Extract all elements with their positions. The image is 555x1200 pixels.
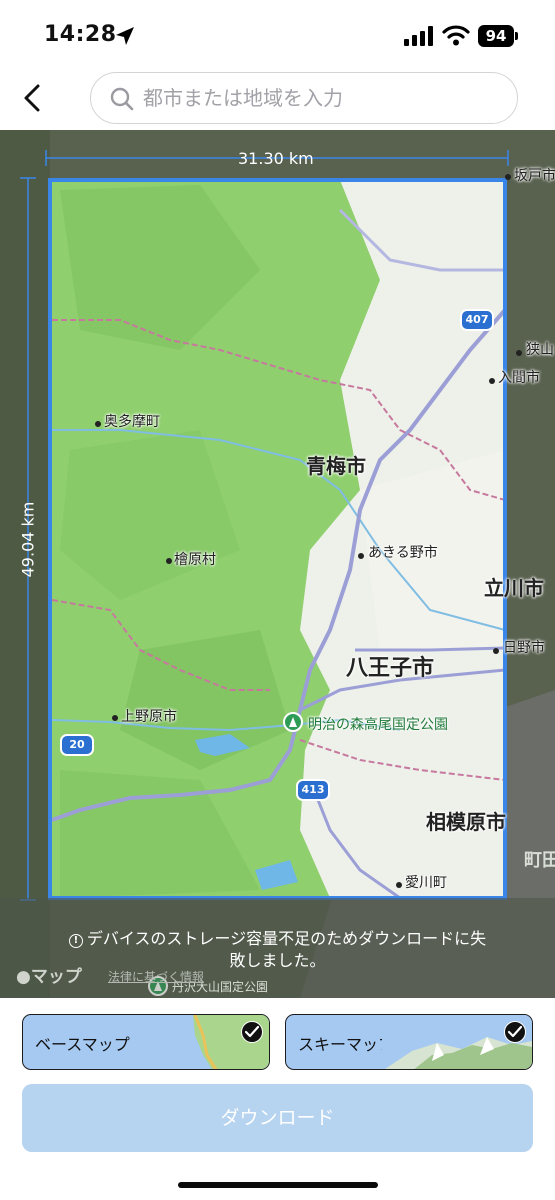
place-machida: 町田 — [524, 850, 555, 871]
place-sagamihara: 相模原市 — [426, 810, 506, 834]
map-width-label: 31.30 km — [238, 149, 314, 168]
checkmark-icon — [504, 1021, 526, 1043]
place-dot — [516, 350, 522, 356]
status-time: 14:28 — [44, 22, 117, 47]
place-sakado: 坂戸市 — [514, 168, 555, 184]
place-sayama: 狭山 — [526, 342, 554, 358]
search-input[interactable] — [143, 79, 503, 117]
search-icon — [110, 87, 134, 111]
error-text-2: 敗しました。 — [229, 951, 326, 970]
download-button[interactable]: ダウンロード — [22, 1084, 533, 1152]
place-akiruno: あきる野市 — [368, 545, 438, 561]
route-shield-20: 20 — [60, 734, 94, 756]
place-dot — [489, 378, 495, 384]
place-aikawa: 愛川町 — [405, 875, 447, 891]
top-bar — [0, 64, 555, 130]
place-hachioji: 八王子市 — [346, 656, 435, 681]
ski-map-option[interactable]: スキーマップ — [285, 1014, 533, 1070]
park-icon — [283, 712, 303, 732]
place-uenohara: 上野原市 — [121, 709, 177, 725]
base-map-option[interactable]: ベースマップ — [22, 1014, 270, 1070]
route-shield-407: 407 — [460, 309, 494, 331]
back-chevron-icon[interactable] — [16, 80, 50, 116]
wifi-icon — [442, 25, 470, 46]
ski-map-label: スキーマップ — [298, 1035, 395, 1054]
status-bar: 14:28 94 — [0, 0, 555, 64]
place-hinohara: 檜原村 — [174, 552, 216, 568]
error-line-1: ! デバイスのストレージ容量不足のためダウンロードに失 — [0, 928, 555, 950]
battery-indicator: 94 — [478, 25, 514, 47]
info-icon: ! — [68, 934, 83, 948]
place-park: 明治の森高尾国定公園 — [308, 717, 448, 733]
cellular-signal-icon — [404, 26, 433, 46]
place-dot — [505, 174, 511, 180]
place-dot — [112, 715, 118, 721]
map-view[interactable]: 31.30 km 49.04 km 奥多摩町 檜原村 上野原市 青梅市 あきる野… — [0, 130, 555, 998]
location-arrow-icon — [116, 27, 134, 45]
error-text-1: デバイスのストレージ容量不足のためダウンロードに失 — [86, 929, 487, 948]
home-indicator — [178, 1182, 378, 1188]
place-dot — [166, 558, 172, 564]
place-dot — [95, 421, 101, 427]
place-dot — [358, 553, 364, 559]
place-dot — [396, 882, 402, 888]
base-map-label: ベースマップ — [35, 1035, 130, 1054]
place-okutama: 奥多摩町 — [104, 414, 160, 430]
search-field[interactable] — [90, 72, 518, 124]
place-ome: 青梅市 — [306, 454, 366, 478]
map-canvas — [0, 130, 555, 998]
route-shield-413: 413 — [296, 779, 330, 801]
battery-tip — [515, 32, 518, 40]
bottom-panel: ベースマップ スキーマップ ダウンロード — [0, 998, 555, 1200]
map-height-label: 49.04 km — [18, 501, 38, 578]
place-hino: 日野市 — [503, 640, 545, 656]
checkmark-icon — [241, 1021, 263, 1043]
place-iruma: 入間市 — [498, 370, 540, 386]
download-error-message: ! デバイスのストレージ容量不足のためダウンロードに失 敗しました。 — [0, 928, 555, 972]
place-dot — [493, 648, 499, 654]
place-tachikawa: 立川市 — [484, 576, 544, 600]
